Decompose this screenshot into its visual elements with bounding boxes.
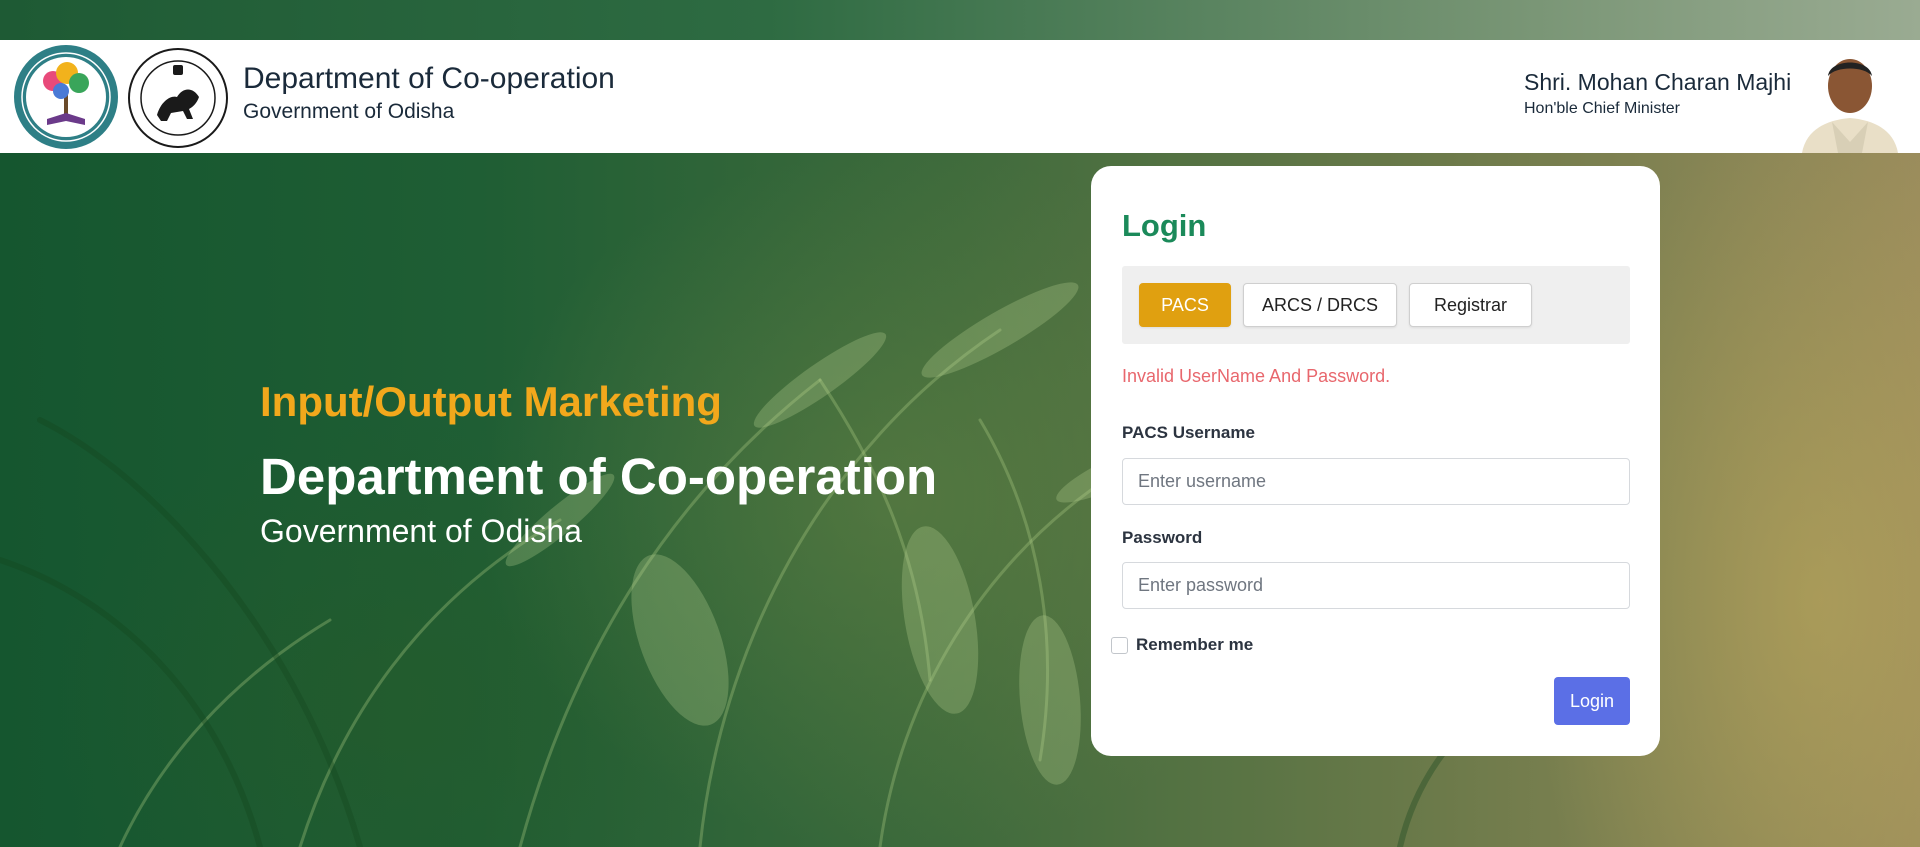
tab-pacs[interactable]: PACS bbox=[1139, 283, 1231, 327]
remember-me-row[interactable]: Remember me bbox=[1111, 634, 1253, 656]
login-error-message: Invalid UserName And Password. bbox=[1122, 366, 1391, 386]
remember-me-label: Remember me bbox=[1136, 635, 1254, 654]
username-input[interactable] bbox=[1122, 458, 1630, 505]
password-label: Password bbox=[1122, 528, 1203, 547]
header-title: Department of Co-operation bbox=[243, 62, 615, 95]
header-subtitle: Government of Odisha bbox=[243, 100, 455, 123]
tab-registrar[interactable]: Registrar bbox=[1409, 283, 1532, 327]
chief-minister-title: Hon'ble Chief Minister bbox=[1524, 100, 1681, 117]
site-header: Department of Co-operation Government of… bbox=[0, 40, 1920, 153]
login-card: Login PACS ARCS / DRCS Registrar Invalid… bbox=[1091, 166, 1660, 756]
chief-minister-photo bbox=[1792, 42, 1908, 153]
login-heading: Login bbox=[1122, 208, 1207, 243]
odisha-government-seal-logo bbox=[128, 48, 228, 148]
tab-arcs-drcs[interactable]: ARCS / DRCS bbox=[1243, 283, 1397, 327]
login-type-tabs: PACS ARCS / DRCS Registrar bbox=[1122, 266, 1630, 344]
hero-subtitle: Government of Odisha bbox=[260, 513, 582, 549]
username-label: PACS Username bbox=[1122, 423, 1255, 442]
password-input[interactable] bbox=[1122, 562, 1630, 609]
remember-me-checkbox[interactable] bbox=[1111, 636, 1128, 654]
login-submit-button[interactable]: Login bbox=[1554, 677, 1630, 725]
department-emblem-logo bbox=[14, 45, 118, 149]
hero-kicker: Input/Output Marketing bbox=[260, 378, 722, 425]
hero-title: Department of Co-operation bbox=[260, 448, 938, 505]
chief-minister-name: Shri. Mohan Charan Majhi bbox=[1524, 69, 1792, 95]
top-banner-strip bbox=[0, 0, 1920, 40]
